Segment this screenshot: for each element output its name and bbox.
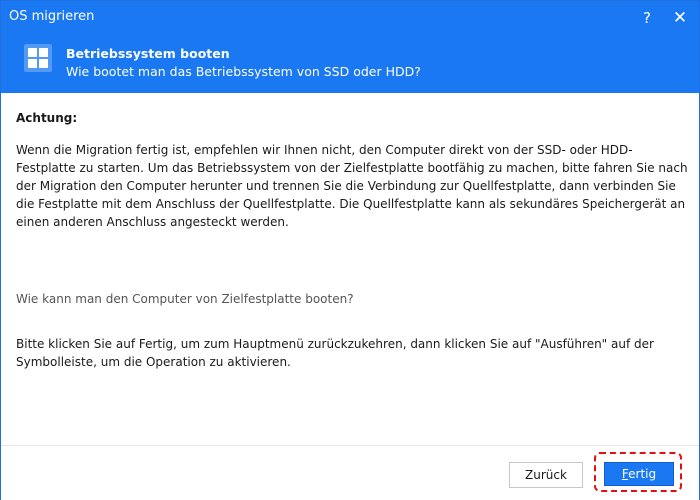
header-title: Betriebssystem booten bbox=[66, 46, 230, 61]
title-bar: OS migrieren ? ✕ bbox=[1, 1, 699, 35]
close-button[interactable]: ✕ bbox=[665, 4, 695, 32]
finish-button[interactable]: Fertig bbox=[604, 462, 674, 486]
dialog-footer: Zurück Fertig bbox=[1, 445, 699, 500]
windows-logo-icon bbox=[24, 44, 52, 72]
dialog-content: Achtung: Wenn die Migration fertig ist, … bbox=[1, 93, 699, 445]
header-subtitle: Wie bootet man das Betriebssystem von SS… bbox=[66, 64, 421, 79]
back-button[interactable]: Zurück bbox=[509, 462, 583, 488]
help-button[interactable]: ? bbox=[632, 4, 662, 32]
warning-title: Achtung: bbox=[16, 111, 78, 125]
warning-paragraph: Wenn die Migration fertig ist, empfehlen… bbox=[16, 143, 688, 229]
window-title: OS migrieren bbox=[9, 9, 95, 24]
dialog-header: Betriebssystem booten Wie bootet man das… bbox=[1, 35, 699, 93]
boot-question: Wie kann man den Computer von Zielfestpl… bbox=[16, 292, 354, 306]
migrate-os-dialog: OS migrieren ? ✕ Betriebssystem booten W… bbox=[0, 0, 700, 500]
finish-button-highlight: Fertig bbox=[594, 452, 682, 492]
finish-label: ertig bbox=[628, 467, 657, 481]
instruction-paragraph: Bitte klicken Sie auf Fertig, um zum Hau… bbox=[16, 337, 654, 369]
